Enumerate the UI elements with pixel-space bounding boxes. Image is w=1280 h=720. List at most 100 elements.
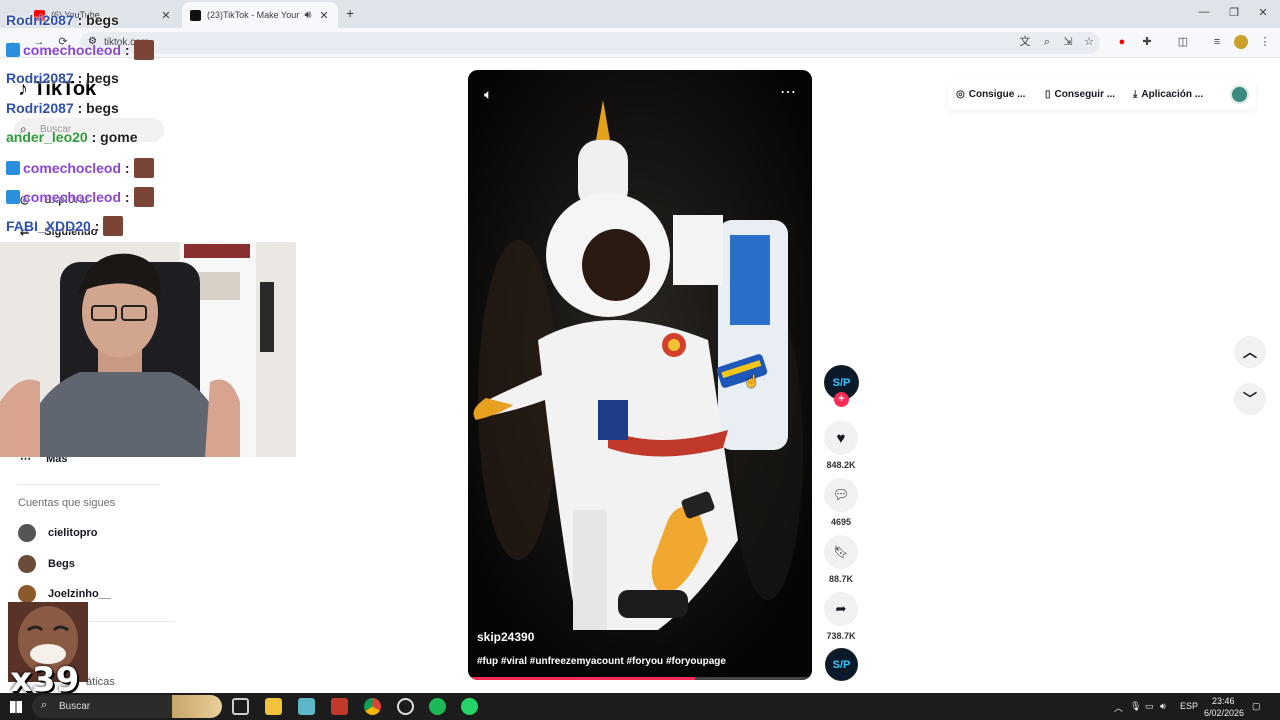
volume-tray-icon[interactable]: 🔊︎	[1160, 701, 1166, 712]
clock-time[interactable]: 23:46	[1212, 696, 1235, 706]
speaker-icon[interactable]: 🔊︎	[302, 9, 314, 22]
get-coins-button[interactable]: ◎ Consigue ...	[956, 89, 1025, 100]
video-player[interactable]: 🔈︎ ⋯ skip24390 #fup #viral #unfreezemyac…	[468, 70, 812, 680]
windows-start-icon[interactable]	[10, 701, 22, 713]
task-view-icon[interactable]	[232, 698, 249, 715]
profile-avatar[interactable]	[1234, 35, 1248, 49]
browser-toolbar: ← → ⟳ ⚙ tiktok.com 文 ⌕ ⇲ ☆ ● ✚ ◫ ≡ ⋮	[0, 28, 1280, 58]
progress-bar[interactable]	[468, 677, 696, 680]
chat-badge-icon	[6, 190, 20, 204]
screenshot-icon[interactable]: ◫	[1176, 35, 1190, 49]
reading-list-icon[interactable]: ≡	[1210, 35, 1224, 49]
file-explorer-icon[interactable]	[265, 698, 282, 715]
chrome-icon[interactable]	[364, 698, 381, 715]
address-bar[interactable]: ⚙ tiktok.com	[80, 32, 1100, 54]
chat-message: Rodri2087 : begs	[6, 12, 119, 28]
chevron-down-icon: ﹀	[1243, 391, 1257, 407]
webcam-frame	[0, 242, 296, 457]
zoom-icon[interactable]: ⌕	[1040, 35, 1054, 49]
tab-tiktok[interactable]: (23)TikTok - Make Your Day 🔊︎ ✕	[182, 2, 338, 28]
minimize-icon[interactable]: —	[1196, 6, 1212, 20]
taskbar-search[interactable]: ⌕ Buscar	[32, 695, 222, 718]
phone-icon: ▯	[1045, 89, 1051, 100]
comment-icon: 💬︎	[832, 487, 850, 502]
following-item[interactable]: Begs	[18, 555, 75, 573]
video-caption[interactable]: #fup #viral #unfreezemyacount #foryou #f…	[477, 656, 726, 667]
next-video-button[interactable]: ﹀	[1234, 383, 1266, 415]
mouse-cursor-icon: ☝	[744, 374, 759, 388]
get-app-button[interactable]: ▯ Conseguir ...	[1045, 89, 1115, 100]
webcam-overlay	[0, 242, 296, 457]
tab-title: (23)TikTok - Make Your Day	[207, 10, 302, 20]
network-icon[interactable]: ▭	[1145, 701, 1154, 712]
new-tab-button[interactable]: +	[346, 5, 354, 21]
avatar	[18, 585, 36, 603]
chat-message: Rodri2087 : begs	[6, 70, 119, 86]
sidebar-divider	[18, 484, 160, 485]
following-item[interactable]: Joelzinho__	[18, 585, 111, 603]
video-frame	[468, 70, 812, 680]
chat-emote-icon	[133, 158, 154, 178]
close-tab-icon[interactable]: ✕	[318, 9, 330, 22]
opera-icon[interactable]: ●	[1115, 35, 1129, 49]
share-count: 738.7K	[826, 631, 856, 641]
search-icon: ⌕	[41, 699, 48, 711]
chat-badge-icon	[6, 43, 20, 57]
more-options-icon[interactable]: ⋯	[780, 82, 796, 102]
chat-message: Rodri2087 : begs	[6, 100, 119, 116]
share-arrow-icon: ➦	[835, 601, 847, 616]
sidebar-link[interactable]: áticas	[86, 676, 115, 688]
menu-icon[interactable]: ⋮	[1258, 35, 1272, 49]
follow-plus-icon[interactable]: +	[834, 392, 849, 407]
tray-chevron-icon[interactable]: ︿	[1114, 701, 1123, 714]
previous-video-button[interactable]: ︿	[1234, 336, 1266, 368]
chat-message: ander_leo20 : gome	[6, 129, 138, 145]
language-indicator[interactable]: ESP	[1180, 701, 1198, 711]
share-button[interactable]: ➦	[824, 592, 858, 626]
install-app-icon[interactable]: ⇲	[1061, 35, 1075, 49]
chat-emote-icon	[133, 187, 154, 207]
following-heading: Cuentas que sigues	[18, 497, 116, 509]
microphone-icon[interactable]: 🎙︎	[1130, 701, 1141, 712]
restore-icon[interactable]: ❐	[1226, 6, 1242, 20]
chat-emote-icon	[133, 40, 154, 60]
search-highlight-icon	[172, 695, 222, 718]
app-icon[interactable]	[298, 698, 315, 715]
browser-tab-bar: (6) YouTube ✕ (23)TikTok - Make Your Day…	[0, 0, 1280, 28]
translate-icon[interactable]: 文	[1018, 35, 1032, 49]
desktop-app-button[interactable]: ⤓ Aplicación ...	[1133, 89, 1203, 100]
top-right-actions: ◎ Consigue ... ▯ Conseguir ... ⤓ Aplicac…	[948, 80, 1256, 110]
chat-message: FABI_XDD20 :	[6, 216, 124, 236]
app-icon[interactable]	[331, 698, 348, 715]
comment-count: 4695	[830, 517, 852, 527]
whatsapp-icon[interactable]	[461, 698, 478, 715]
like-button[interactable]: ♥	[824, 421, 858, 455]
sound-avatar[interactable]: S/P	[825, 648, 858, 681]
close-tab-icon[interactable]: ✕	[160, 9, 172, 22]
avatar	[18, 555, 36, 573]
close-window-icon[interactable]: ✕	[1255, 6, 1271, 20]
chat-emote-icon	[103, 216, 124, 236]
taskbar: ⌕ Buscar ︿ 🎙︎ ▭ 🔊︎ ESP 23:46 6/02/2026 ▢	[0, 693, 1280, 720]
video-author[interactable]: skip24390	[477, 630, 534, 644]
notifications-icon[interactable]: ▢	[1252, 701, 1261, 712]
chat-message: comechocleod :	[6, 158, 154, 178]
volume-icon[interactable]: 🔈︎	[484, 86, 492, 103]
chat-message: comechocleod :	[6, 187, 154, 207]
coin-icon: ◎	[956, 89, 965, 100]
spotify-icon[interactable]	[429, 698, 446, 715]
extensions-icon[interactable]: ✚	[1140, 35, 1154, 49]
following-item[interactable]: cielitopro	[18, 524, 98, 542]
chat-badge-icon	[6, 161, 20, 175]
save-button[interactable]: 🔖︎	[824, 535, 858, 569]
comment-button[interactable]: 💬︎	[824, 478, 858, 512]
download-icon: ⤓	[1133, 89, 1138, 100]
bookmark-icon: 🔖︎	[833, 545, 849, 559]
chat-message: comechocleod :	[6, 40, 154, 60]
chevron-up-icon: ︿	[1243, 344, 1257, 360]
bookmark-star-icon[interactable]: ☆	[1082, 35, 1096, 49]
user-avatar[interactable]	[1230, 85, 1249, 104]
save-count: 88.7K	[828, 574, 854, 584]
app-icon[interactable]	[397, 698, 414, 715]
clock-date[interactable]: 6/02/2026	[1204, 708, 1244, 718]
